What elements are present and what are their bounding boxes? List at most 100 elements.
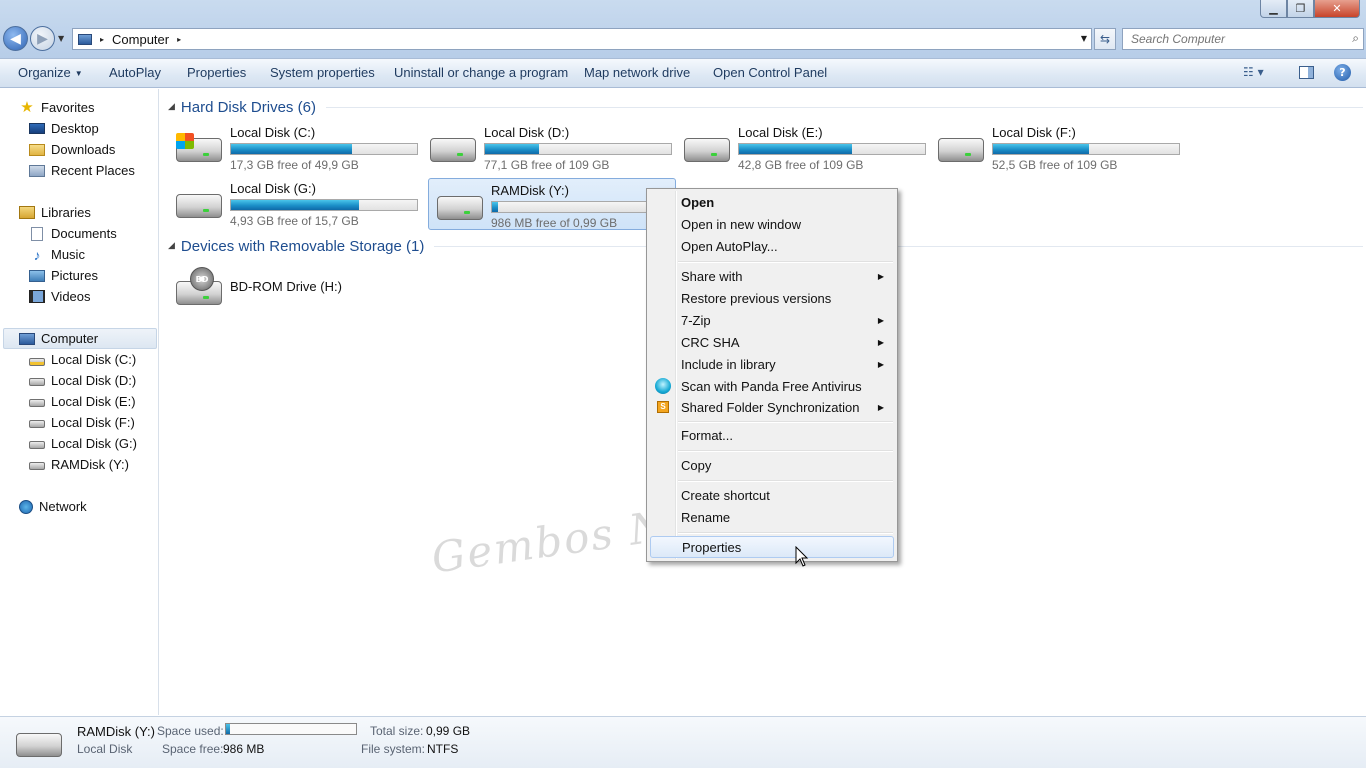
navigation-pane: ★ Favorites Desktop Downloads Recent Pla… <box>0 89 159 715</box>
breadcrumb-computer[interactable]: Computer <box>112 32 169 47</box>
breadcrumb-separator-icon[interactable]: ▸ <box>100 35 104 44</box>
drive-icon <box>29 420 45 428</box>
sidebar-item-computer[interactable]: Computer <box>3 328 157 349</box>
sidebar-item-ramdisk-y[interactable]: RAMDisk (Y:) <box>29 454 129 475</box>
network-icon <box>19 499 33 514</box>
breadcrumb-separator-icon[interactable]: ▸ <box>177 35 181 44</box>
minimize-button[interactable]: ▁ <box>1260 0 1287 18</box>
menu-item-crc-sha[interactable]: CRC SHA ▶ <box>650 331 894 353</box>
menu-item-format[interactable]: Format... <box>650 424 894 446</box>
close-button[interactable]: ✕ <box>1314 0 1360 18</box>
system-properties-button[interactable]: System properties <box>270 65 375 80</box>
sidebar-item-local-disk-c[interactable]: Local Disk (C:) <box>29 349 136 370</box>
collapse-group-icon[interactable]: ◢ <box>168 241 175 251</box>
document-icon <box>31 226 43 241</box>
menu-item-restore-previous-versions[interactable]: Restore previous versions <box>650 287 894 309</box>
sidebar-item-local-disk-g[interactable]: Local Disk (G:) <box>29 433 137 454</box>
details-space-free-value: 986 MB <box>223 742 265 756</box>
sidebar-item-downloads[interactable]: Downloads <box>29 139 115 160</box>
drive-name: Local Disk (C:) <box>230 125 316 140</box>
properties-button[interactable]: Properties <box>187 65 246 80</box>
search-input[interactable] <box>1131 29 1341 49</box>
drive-tile-f[interactable]: Local Disk (F:) 52,5 GB free of 109 GB <box>930 121 1180 173</box>
group-divider <box>325 106 1363 108</box>
menu-separator <box>678 480 893 482</box>
menu-item-7zip[interactable]: 7-Zip ▶ <box>650 309 894 331</box>
drive-tile-c[interactable]: Local Disk (C:) 17,3 GB free of 49,9 GB <box>168 121 418 173</box>
menu-item-open-autoplay[interactable]: Open AutoPlay... <box>650 235 894 257</box>
maximize-button[interactable]: ❐ <box>1287 0 1314 18</box>
open-control-panel-button[interactable]: Open Control Panel <box>713 65 827 80</box>
collapse-group-icon[interactable]: ◢ <box>168 102 175 112</box>
computer-icon <box>78 33 92 45</box>
menu-item-open[interactable]: Open <box>650 191 894 213</box>
sidebar-item-recent-places[interactable]: Recent Places <box>29 160 135 181</box>
change-view-button[interactable]: ☷ ▾ <box>1243 65 1264 79</box>
sidebar-item-music[interactable]: ♪ Music <box>29 244 85 265</box>
group-divider <box>434 245 1363 247</box>
group-title: Hard Disk Drives (6) <box>180 98 316 116</box>
organize-button[interactable]: Organize ▼ <box>18 65 83 80</box>
menu-item-label: Copy <box>681 457 712 473</box>
menu-item-scan-panda[interactable]: Scan with Panda Free Antivirus <box>650 375 894 397</box>
menu-item-label: Properties <box>682 539 742 555</box>
sidebar-item-label: Local Disk (C:) <box>51 352 137 367</box>
map-network-drive-button[interactable]: Map network drive <box>584 65 690 80</box>
help-button[interactable]: ? <box>1334 64 1351 81</box>
address-bar[interactable]: ▸ Computer ▸ ▼ <box>72 28 1092 50</box>
refresh-button[interactable]: ⇆ <box>1094 28 1116 50</box>
sidebar-item-favorites[interactable]: ★ Favorites <box>19 97 94 118</box>
sidebar-item-network[interactable]: Network <box>19 496 87 517</box>
title-address-bar: ▁ ❐ ✕ ◀ ▶ ▼ ▸ Computer ▸ ▼ ⇆ ⌕ <box>0 0 1366 58</box>
menu-item-shared-folder-sync[interactable]: S Shared Folder Synchronization ▶ <box>650 396 894 418</box>
hard-drive-icon <box>437 196 483 220</box>
drive-icon <box>29 462 45 470</box>
sidebar-item-label: Local Disk (D:) <box>51 373 137 388</box>
sidebar-item-documents[interactable]: Documents <box>29 223 117 244</box>
menu-item-label: Include in library <box>681 356 776 372</box>
autoplay-button[interactable]: AutoPlay <box>109 65 161 80</box>
system-drive-icon <box>29 358 45 366</box>
menu-item-share-with[interactable]: Share with ▶ <box>650 265 894 287</box>
menu-separator <box>678 532 893 534</box>
menu-item-rename[interactable]: Rename <box>650 506 894 528</box>
recent-pages-dropdown[interactable]: ▼ <box>58 34 64 43</box>
address-history-dropdown-icon[interactable]: ▼ <box>1081 34 1087 43</box>
details-total-size-label: Total size: <box>370 724 424 738</box>
sidebar-item-label: Favorites <box>41 100 95 115</box>
menu-item-copy[interactable]: Copy <box>650 454 894 476</box>
sidebar-item-label: Downloads <box>51 142 116 157</box>
search-box[interactable]: ⌕ <box>1122 28 1364 50</box>
sidebar-item-label: Documents <box>51 226 117 241</box>
sidebar-item-label: Recent Places <box>51 163 135 178</box>
details-item-type: Local Disk <box>77 742 133 756</box>
sidebar-item-local-disk-f[interactable]: Local Disk (F:) <box>29 412 135 433</box>
drive-tile-ramdisk-y[interactable]: RAMDisk (Y:) 986 MB free of 0,99 GB <box>428 178 679 230</box>
forward-button[interactable]: ▶ <box>30 26 55 51</box>
details-total-size-value: 0,99 GB <box>426 724 471 738</box>
drive-name: RAMDisk (Y:) <box>491 183 569 198</box>
sidebar-item-videos[interactable]: Videos <box>29 286 91 307</box>
menu-item-create-shortcut[interactable]: Create shortcut <box>650 484 894 506</box>
search-icon[interactable]: ⌕ <box>1352 31 1359 46</box>
uninstall-program-button[interactable]: Uninstall or change a program <box>394 65 568 80</box>
hard-drive-icon <box>176 194 222 218</box>
folder-icon <box>29 143 45 156</box>
menu-item-open-new-window[interactable]: Open in new window <box>650 213 894 235</box>
sidebar-item-desktop[interactable]: Desktop <box>29 118 99 139</box>
drive-tile-e[interactable]: Local Disk (E:) 42,8 GB free of 109 GB <box>676 121 926 173</box>
drive-tile-bd-rom-h[interactable]: BD BD-ROM Drive (H:) <box>168 261 416 313</box>
drive-tile-g[interactable]: Local Disk (G:) 4,93 GB free of 15,7 GB <box>168 177 418 229</box>
menu-item-label: 7-Zip <box>681 312 711 328</box>
back-button[interactable]: ◀ <box>3 26 28 51</box>
menu-item-properties[interactable]: Properties <box>650 536 894 558</box>
sidebar-item-libraries[interactable]: Libraries <box>19 202 91 223</box>
menu-item-include-in-library[interactable]: Include in library ▶ <box>650 353 894 375</box>
sidebar-item-pictures[interactable]: Pictures <box>29 265 98 286</box>
sidebar-item-local-disk-d[interactable]: Local Disk (D:) <box>29 370 136 391</box>
drive-tile-d[interactable]: Local Disk (D:) 77,1 GB free of 109 GB <box>422 121 672 173</box>
preview-pane-button[interactable] <box>1299 66 1314 79</box>
drive-usage-bar <box>230 199 418 211</box>
group-header-hard-disks[interactable]: ◢ Hard Disk Drives (6) <box>168 96 1363 118</box>
sidebar-item-local-disk-e[interactable]: Local Disk (E:) <box>29 391 136 412</box>
